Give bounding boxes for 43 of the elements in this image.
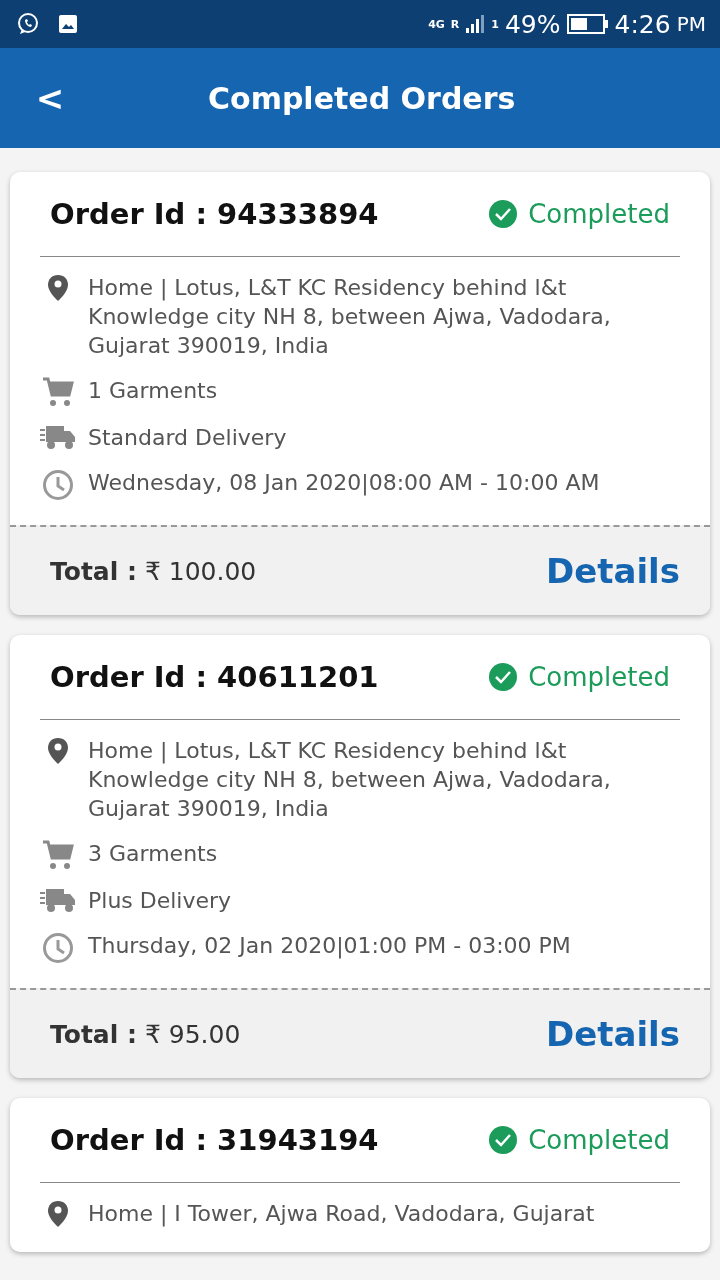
status-label: Completed	[528, 199, 670, 229]
truck-icon	[40, 424, 76, 450]
address-text: Home | Lotus, L&T KC Residency behind l&t Knowledge city NH 8, between Ajwa, Vadodara, Gujarat 390019, India	[88, 737, 612, 823]
delivery-slot: Wednesday, 08 Jan 2020|08:00 AM - 10:00 AM	[88, 468, 600, 497]
order-total: Total : ₹ 100.00	[50, 556, 257, 586]
cart-icon	[42, 840, 74, 870]
image-icon	[58, 14, 78, 34]
order-id: Order Id : 94333894	[50, 197, 379, 231]
check-circle-icon	[488, 199, 519, 229]
page-title: Completed Orders	[208, 80, 516, 116]
battery-percent: 49%	[504, 9, 561, 39]
order-total: Total : ₹ 95.00	[50, 1019, 241, 1049]
details-link[interactable]: Details	[545, 551, 680, 591]
status-label: Completed	[528, 1125, 670, 1155]
truck-icon	[40, 887, 76, 913]
clock-icon	[42, 469, 74, 501]
clock-meridiem: PM	[676, 12, 706, 36]
signal-icon	[465, 14, 486, 34]
clock-time: 4:26	[614, 9, 671, 39]
order-id: Order Id : 31943194	[50, 1123, 379, 1157]
sim-number: 1	[491, 17, 499, 31]
roaming-indicator: R	[450, 17, 460, 31]
back-button[interactable]: <	[20, 78, 80, 118]
address-text: Home | I Tower, Ajwa Road, Vadodara, Gujarat	[88, 1200, 595, 1228]
location-pin-icon	[46, 274, 70, 302]
delivery-type: Plus Delivery	[88, 887, 232, 915]
check-circle-icon	[488, 1125, 519, 1155]
cart-icon	[42, 377, 74, 407]
clock-icon	[42, 932, 74, 964]
network-type: 4G	[428, 17, 445, 31]
check-circle-icon	[488, 662, 519, 692]
garment-count: 1 Garments	[88, 377, 218, 405]
garment-count: 3 Garments	[88, 840, 218, 868]
battery-icon	[566, 14, 609, 34]
order-id: Order Id : 40611201	[50, 660, 379, 694]
location-pin-icon	[46, 737, 70, 765]
status-label: Completed	[528, 662, 670, 692]
delivery-slot: Thursday, 02 Jan 2020|01:00 PM - 03:00 PM	[88, 931, 571, 960]
delivery-type: Standard Delivery	[88, 424, 287, 452]
address-text: Home | Lotus, L&T KC Residency behind l&t Knowledge city NH 8, between Ajwa, Vadodara, Gujarat 390019, India	[88, 274, 612, 360]
details-link[interactable]: Details	[545, 1014, 680, 1054]
chat-bubble-icon	[16, 12, 40, 36]
location-pin-icon	[46, 1200, 70, 1228]
